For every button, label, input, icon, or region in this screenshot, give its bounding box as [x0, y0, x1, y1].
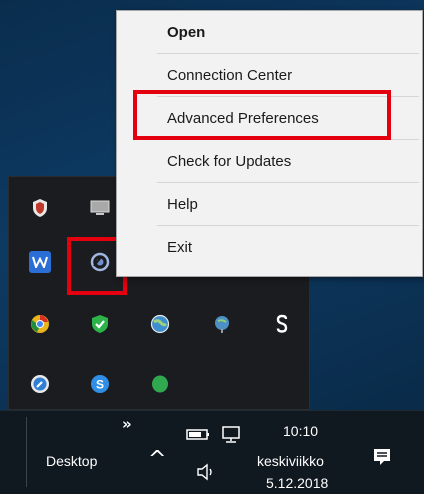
network-monitor-icon[interactable]: [219, 425, 243, 450]
menu-item-label: Exit: [167, 238, 193, 256]
battery-icon[interactable]: [186, 427, 210, 446]
toolbar-overflow-chevron-icon[interactable]: »: [122, 415, 132, 433]
monitor-icon[interactable]: [89, 197, 111, 219]
clock-time[interactable]: 10:10: [283, 423, 318, 439]
globe-icon[interactable]: [149, 313, 171, 335]
menu-item-label: Check for Updates: [167, 152, 292, 170]
wrench-icon[interactable]: [29, 373, 51, 395]
advanced-preferences-highlight-box: [133, 90, 391, 140]
green-check-shield-icon[interactable]: [89, 313, 111, 335]
menu-item-label: Connection Center: [167, 66, 293, 84]
dollar-icon[interactable]: [271, 313, 293, 335]
menu-item-open[interactable]: Open: [117, 11, 422, 53]
clock-day[interactable]: keskiviikko: [257, 453, 324, 469]
skype-icon[interactable]: S: [89, 373, 111, 395]
action-center-notification-icon[interactable]: [372, 447, 392, 472]
evernote-icon[interactable]: [149, 373, 171, 395]
menu-item-label: Help: [167, 195, 198, 213]
security-shield-icon[interactable]: [29, 197, 51, 219]
clock-date[interactable]: 5.12.2018: [266, 475, 328, 491]
svg-text:S: S: [96, 378, 104, 392]
network-globe-icon[interactable]: [211, 313, 233, 335]
word-icon[interactable]: [29, 251, 51, 273]
taskbar-divider: [26, 417, 27, 487]
menu-item-help[interactable]: Help: [117, 183, 422, 225]
menu-item-label: Open: [167, 23, 206, 41]
chrome-icon[interactable]: [29, 313, 51, 335]
desktop-toolbar-label[interactable]: Desktop: [46, 453, 97, 469]
menu-item-check-for-updates[interactable]: Check for Updates: [117, 140, 422, 182]
volume-icon[interactable]: [196, 463, 218, 486]
context-menu: Open Connection Center Advanced Preferen…: [116, 10, 423, 277]
menu-item-exit[interactable]: Exit: [117, 226, 422, 268]
show-hidden-icons-chevron-icon[interactable]: ^: [148, 447, 166, 472]
taskbar: » Desktop ^ 10:10 keskiviikko 5.12.2018: [0, 410, 424, 494]
